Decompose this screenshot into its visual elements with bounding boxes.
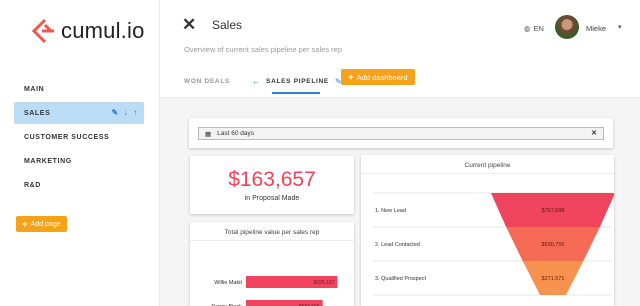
page-title: Sales — [212, 18, 243, 32]
sidebar-item-sales[interactable]: SALES ✎ ↓ ↑ — [14, 102, 144, 124]
funnel-stage-label: 1. New Lead — [375, 208, 406, 214]
sidebar-item-actions: ✎ ↓ ↑ — [111, 109, 144, 117]
header: ✕ Sales Overview of current sales pipeli… — [160, 0, 640, 98]
funnel-chart-widget: Current pipeline 1. New Lead $767,698 2. L… — [361, 155, 615, 306]
kpi-value: $163,657 — [228, 168, 316, 191]
sidebar-item-marketing[interactable]: MARKETING — [14, 150, 144, 172]
edit-icon[interactable]: ✎ — [111, 109, 118, 117]
date-filter-widget: ▦ Last 60 days ✕ — [189, 118, 613, 148]
arrow-up-icon[interactable]: ↑ — [133, 109, 138, 117]
add-dashboard-label: Add dashboard — [356, 72, 408, 82]
sidebar-item-main[interactable]: MAIN — [14, 78, 144, 100]
sidebar-item-label: MARKETING — [24, 157, 72, 165]
page-subtitle: Overview of current sales pipeline per s… — [184, 45, 342, 54]
bar-chart-title: Total pipeline value per sales rep — [190, 222, 354, 241]
bar-chart-widget: Total pipeline value per sales rep Willi… — [190, 222, 354, 306]
arrow-left-icon[interactable]: ← — [252, 77, 260, 86]
funnel-stage-label: 3. Qualified Prospect — [375, 276, 427, 282]
sidebar-item-label: CUSTOMER SUCCESS — [24, 133, 110, 141]
logo-icon — [31, 18, 54, 44]
bar-category-label: Willie Makit — [214, 280, 242, 286]
tab-sales-pipeline[interactable]: ← SALES PIPELINE ✎ — [252, 70, 342, 94]
plus-icon: + — [22, 219, 28, 229]
chevron-down-icon[interactable]: ▾ — [618, 23, 622, 31]
clear-icon[interactable]: ✕ — [591, 129, 597, 137]
funnel-stage-label: 2. Lead Contacted — [375, 242, 420, 248]
logo[interactable]: cumul.io — [30, 18, 145, 44]
date-filter-value: Last 60 days — [217, 130, 255, 137]
dashboard-tabs: WON DEALS ← SALES PIPELINE ✎ — [184, 70, 342, 94]
calendar-icon: ▦ — [205, 130, 212, 138]
add-page-label: Add page — [30, 220, 61, 228]
arrow-down-icon[interactable]: ↓ — [124, 109, 129, 117]
sidebar-item-customer-success[interactable]: CUSTOMER SUCCESS — [14, 126, 144, 148]
avatar[interactable] — [555, 15, 579, 39]
active-tab-indicator — [272, 92, 320, 94]
sidebar-item-label: SALES — [24, 109, 51, 117]
bar-value-label: $695,197 — [314, 280, 335, 286]
user-name[interactable]: Mieke — [586, 24, 606, 33]
funnel-value-label: $767,698 — [542, 208, 565, 214]
brand-name: cumul.io — [61, 18, 145, 43]
bar-chart: Willie Makit$695,197Penny Black$583,665 — [211, 276, 338, 306]
language-selector[interactable]: ◍ EN — [524, 24, 544, 33]
dashboard-canvas: ▦ Last 60 days ✕ $163,657 in Proposal Ma… — [189, 118, 615, 306]
add-page-button[interactable]: + Add page — [16, 216, 67, 232]
funnel-chart: 1. New Lead $767,698 2. Lead Contacted $530… — [373, 192, 615, 296]
sidebar-item-rnd[interactable]: R&D — [14, 174, 144, 196]
language-label: EN — [533, 24, 544, 33]
page-nav: MAIN SALES ✎ ↓ ↑ CUSTOMER SUCCESS MARKET… — [14, 78, 144, 198]
add-dashboard-button[interactable]: + Add dashboard — [341, 69, 415, 85]
date-filter-input[interactable]: ▦ Last 60 days ✕ — [198, 127, 604, 140]
globe-icon: ◍ — [524, 24, 531, 33]
tab-sales-pipeline-label: SALES PIPELINE — [266, 77, 329, 85]
funnel-value-label: $530,755 — [542, 242, 565, 248]
kpi-label: in Proposal Made — [244, 195, 300, 202]
sidebar: cumul.io MAIN SALES ✎ ↓ ↑ CUSTOMER SUCCE… — [0, 0, 160, 306]
sidebar-item-label: MAIN — [24, 85, 45, 93]
funnel-value-label: $271,571 — [542, 276, 565, 282]
kpi-widget: $163,657 in Proposal Made — [190, 156, 354, 214]
funnel-chart-title: Current pipeline — [361, 155, 614, 174]
tab-won-deals[interactable]: WON DEALS — [184, 78, 230, 85]
plus-icon: + — [348, 72, 354, 82]
close-icon[interactable]: ✕ — [182, 15, 196, 35]
sidebar-item-label: R&D — [24, 181, 41, 189]
